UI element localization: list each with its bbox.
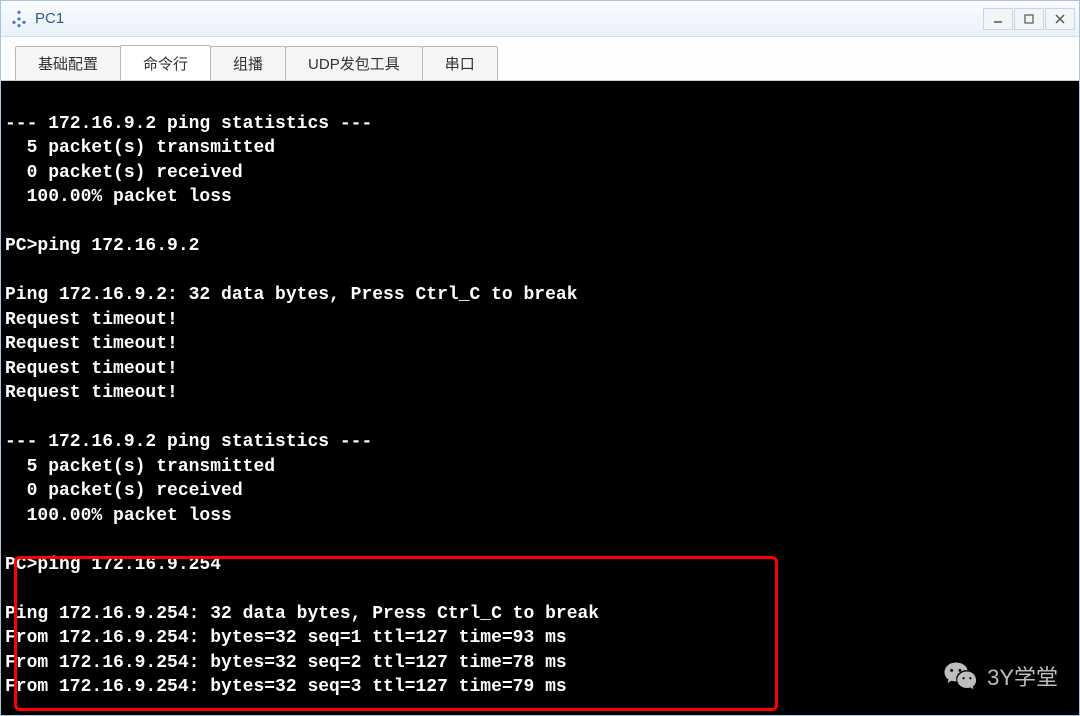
- terminal-line: Ping 172.16.9.254: 32 data bytes, Press …: [5, 604, 599, 624]
- watermark: 3Y学堂: [943, 658, 1058, 694]
- tab-multicast[interactable]: 组播: [210, 46, 286, 80]
- terminal-line: 5 packet(s) transmitted: [5, 457, 275, 477]
- app-icon: [9, 9, 29, 29]
- terminal-line: From 172.16.9.254: bytes=32 seq=2 ttl=12…: [5, 653, 567, 673]
- title-bar: PC1: [1, 1, 1079, 37]
- terminal-line: Request timeout!: [5, 383, 178, 403]
- terminal-line: Ping 172.16.9.2: 32 data bytes, Press Ct…: [5, 285, 578, 305]
- application-window: PC1 基础配置 命令行 组播 UDP发包工具 串口 --- 172.16.9.…: [0, 0, 1080, 716]
- tab-udp-tool[interactable]: UDP发包工具: [285, 46, 423, 80]
- tab-bar: 基础配置 命令行 组播 UDP发包工具 串口: [1, 37, 1079, 81]
- terminal-line: 5 packet(s) transmitted: [5, 138, 275, 158]
- window-controls: [983, 8, 1075, 30]
- terminal-line: 0 packet(s) received: [5, 481, 243, 501]
- watermark-text: 3Y学堂: [987, 660, 1058, 692]
- tab-serial[interactable]: 串口: [422, 46, 498, 80]
- terminal-line: Request timeout!: [5, 359, 178, 379]
- tab-command-line[interactable]: 命令行: [120, 45, 211, 80]
- minimize-button[interactable]: [983, 8, 1013, 30]
- terminal-output[interactable]: --- 172.16.9.2 ping statistics --- 5 pac…: [1, 81, 1079, 715]
- terminal-line: 0 packet(s) received: [5, 163, 243, 183]
- terminal-line: From 172.16.9.254: bytes=32 seq=3 ttl=12…: [5, 677, 567, 697]
- terminal-line: PC>ping 172.16.9.254: [5, 555, 221, 575]
- terminal-line: 100.00% packet loss: [5, 187, 232, 207]
- terminal-line: Request timeout!: [5, 310, 178, 330]
- terminal-line: Request timeout!: [5, 334, 178, 354]
- wechat-icon: [943, 658, 979, 694]
- window-title: PC1: [35, 10, 983, 27]
- terminal-line: From 172.16.9.254: bytes=32 seq=1 ttl=12…: [5, 628, 567, 648]
- close-button[interactable]: [1045, 8, 1075, 30]
- terminal-line: PC>ping 172.16.9.2: [5, 236, 199, 256]
- terminal-line: --- 172.16.9.2 ping statistics ---: [5, 432, 372, 452]
- tab-basic-config[interactable]: 基础配置: [15, 46, 121, 80]
- terminal-line: --- 172.16.9.2 ping statistics ---: [5, 114, 372, 134]
- maximize-button[interactable]: [1014, 8, 1044, 30]
- terminal-line: 100.00% packet loss: [5, 506, 232, 526]
